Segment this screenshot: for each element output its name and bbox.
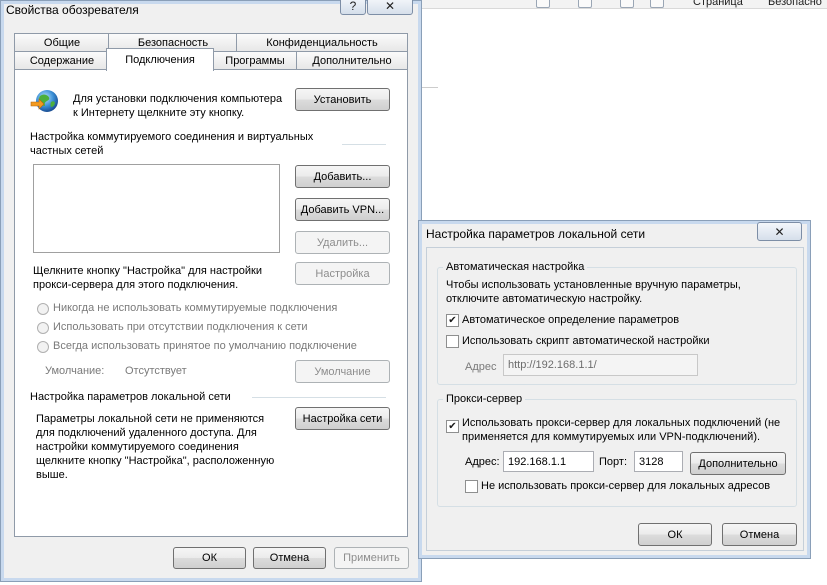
close-icon: ✕ <box>774 224 785 239</box>
setup-description: Для установки подключения компьютера к И… <box>73 93 283 119</box>
print-icon[interactable] <box>650 0 664 8</box>
lan-settings-button[interactable]: Настройка сети <box>295 407 390 430</box>
lan-section-label: Настройка параметров локальной сети <box>30 391 231 403</box>
proxy-address-label: Адрес: <box>465 456 500 468</box>
auto-detect-checkbox[interactable]: ✔ <box>446 314 459 327</box>
auto-config-description: Чтобы использовать установленные вручную… <box>446 279 741 305</box>
port-input[interactable]: 3128 <box>634 451 683 472</box>
radio-never-dial-label: Никогда не использовать коммутируемые по… <box>53 302 338 314</box>
tab-label: Конфиденциальность <box>266 37 378 49</box>
proxy-address-value: 192.168.1.1 <box>508 455 567 468</box>
default-value: Отсутствует <box>125 365 187 377</box>
delete-button[interactable]: Удалить... <box>295 231 390 254</box>
tab-content[interactable]: Содержание <box>14 51 110 70</box>
connections-list[interactable] <box>33 164 280 253</box>
section-divider <box>252 397 386 398</box>
ok-button[interactable]: ОК <box>173 547 246 569</box>
proxy-group-label: Прокси-сервер <box>443 392 526 406</box>
proxy-address-input[interactable]: 192.168.1.1 <box>503 451 594 472</box>
section-divider <box>342 144 386 145</box>
auto-detect-label: Автоматическое определение параметров <box>462 314 680 326</box>
bypass-local-label: Не использовать прокси-сервер для локаль… <box>481 480 771 492</box>
tab-privacy[interactable]: Конфиденциальность <box>236 33 408 52</box>
tab-advanced[interactable]: Дополнительно <box>296 51 408 70</box>
port-label: Порт: <box>599 456 627 468</box>
radio-always-dial[interactable] <box>37 341 49 353</box>
tab-label: Содержание <box>29 55 95 67</box>
add-vpn-button[interactable]: Добавить VPN... <box>295 198 390 221</box>
mail-icon[interactable] <box>620 0 634 8</box>
lan-dialog-title: Настройка параметров локальной сети <box>426 227 646 241</box>
settings-button[interactable]: Настройка <box>295 262 390 285</box>
check-icon: ✔ <box>448 314 457 326</box>
script-address-value: http://192.168.1.1/ <box>508 359 597 371</box>
tab-label: Программы <box>225 55 285 67</box>
default-button[interactable]: Умолчание <box>295 360 390 383</box>
install-button[interactable]: Установить <box>295 88 390 111</box>
help-icon: ? <box>349 0 357 13</box>
use-proxy-label: Использовать прокси-сервер для локальных… <box>462 417 781 443</box>
settings-hint: Щелкните кнопку "Настройка" для настройк… <box>33 265 262 291</box>
security-menu[interactable]: Безопасно <box>768 0 822 8</box>
auto-config-group-label: Автоматическая настройка <box>443 260 588 274</box>
use-script-label: Использовать скрипт автоматической настр… <box>462 335 710 347</box>
use-script-checkbox[interactable] <box>446 335 459 348</box>
tab-label: Дополнительно <box>312 55 392 67</box>
default-label: Умолчание: <box>45 365 105 377</box>
dialup-section-label: Настройка коммутируемого соединения и ви… <box>30 131 314 157</box>
bypass-local-checkbox[interactable] <box>465 480 478 493</box>
globe-connection-icon <box>28 88 62 116</box>
tab-programs[interactable]: Программы <box>212 51 298 70</box>
check-icon: ✔ <box>448 420 457 432</box>
radio-always-dial-label: Всегда использовать принятое по умолчани… <box>53 340 357 352</box>
lan-cancel-button[interactable]: Отмена <box>722 523 797 546</box>
close-icon: ✕ <box>384 0 396 13</box>
cancel-button[interactable]: Отмена <box>253 547 326 569</box>
port-value: 3128 <box>639 455 664 468</box>
close-button[interactable]: ✕ <box>367 0 413 15</box>
lan-description: Параметры локальной сети не применяются … <box>36 413 275 481</box>
use-proxy-checkbox[interactable]: ✔ <box>446 420 459 433</box>
tab-general[interactable]: Общие <box>14 33 110 52</box>
tab-label: Общие <box>43 37 81 49</box>
advanced-button[interactable]: Дополнительно <box>690 452 786 475</box>
apply-button[interactable]: Применить <box>334 547 409 569</box>
help-button[interactable]: ? <box>340 0 366 15</box>
dialog-title: Свойства обозревателя <box>6 3 139 17</box>
tab-label: Подключения <box>125 54 195 66</box>
lan-ok-button[interactable]: ОК <box>638 523 712 546</box>
lan-close-button[interactable]: ✕ <box>757 222 802 241</box>
radio-never-dial[interactable] <box>37 303 49 315</box>
script-address-input[interactable]: http://192.168.1.1/ <box>503 354 698 376</box>
add-button[interactable]: Добавить... <box>295 165 390 188</box>
radio-dial-when-absent[interactable] <box>37 322 49 334</box>
tab-connections[interactable]: Подключения <box>106 48 214 71</box>
page-icon[interactable] <box>536 0 550 8</box>
radio-dial-when-absent-label: Использовать при отсутствии подключения … <box>53 321 308 333</box>
script-address-label: Адрес <box>465 361 497 373</box>
page-menu[interactable]: Страница <box>693 0 743 8</box>
feeds-icon[interactable] <box>578 0 592 8</box>
browser-divider <box>422 87 438 88</box>
